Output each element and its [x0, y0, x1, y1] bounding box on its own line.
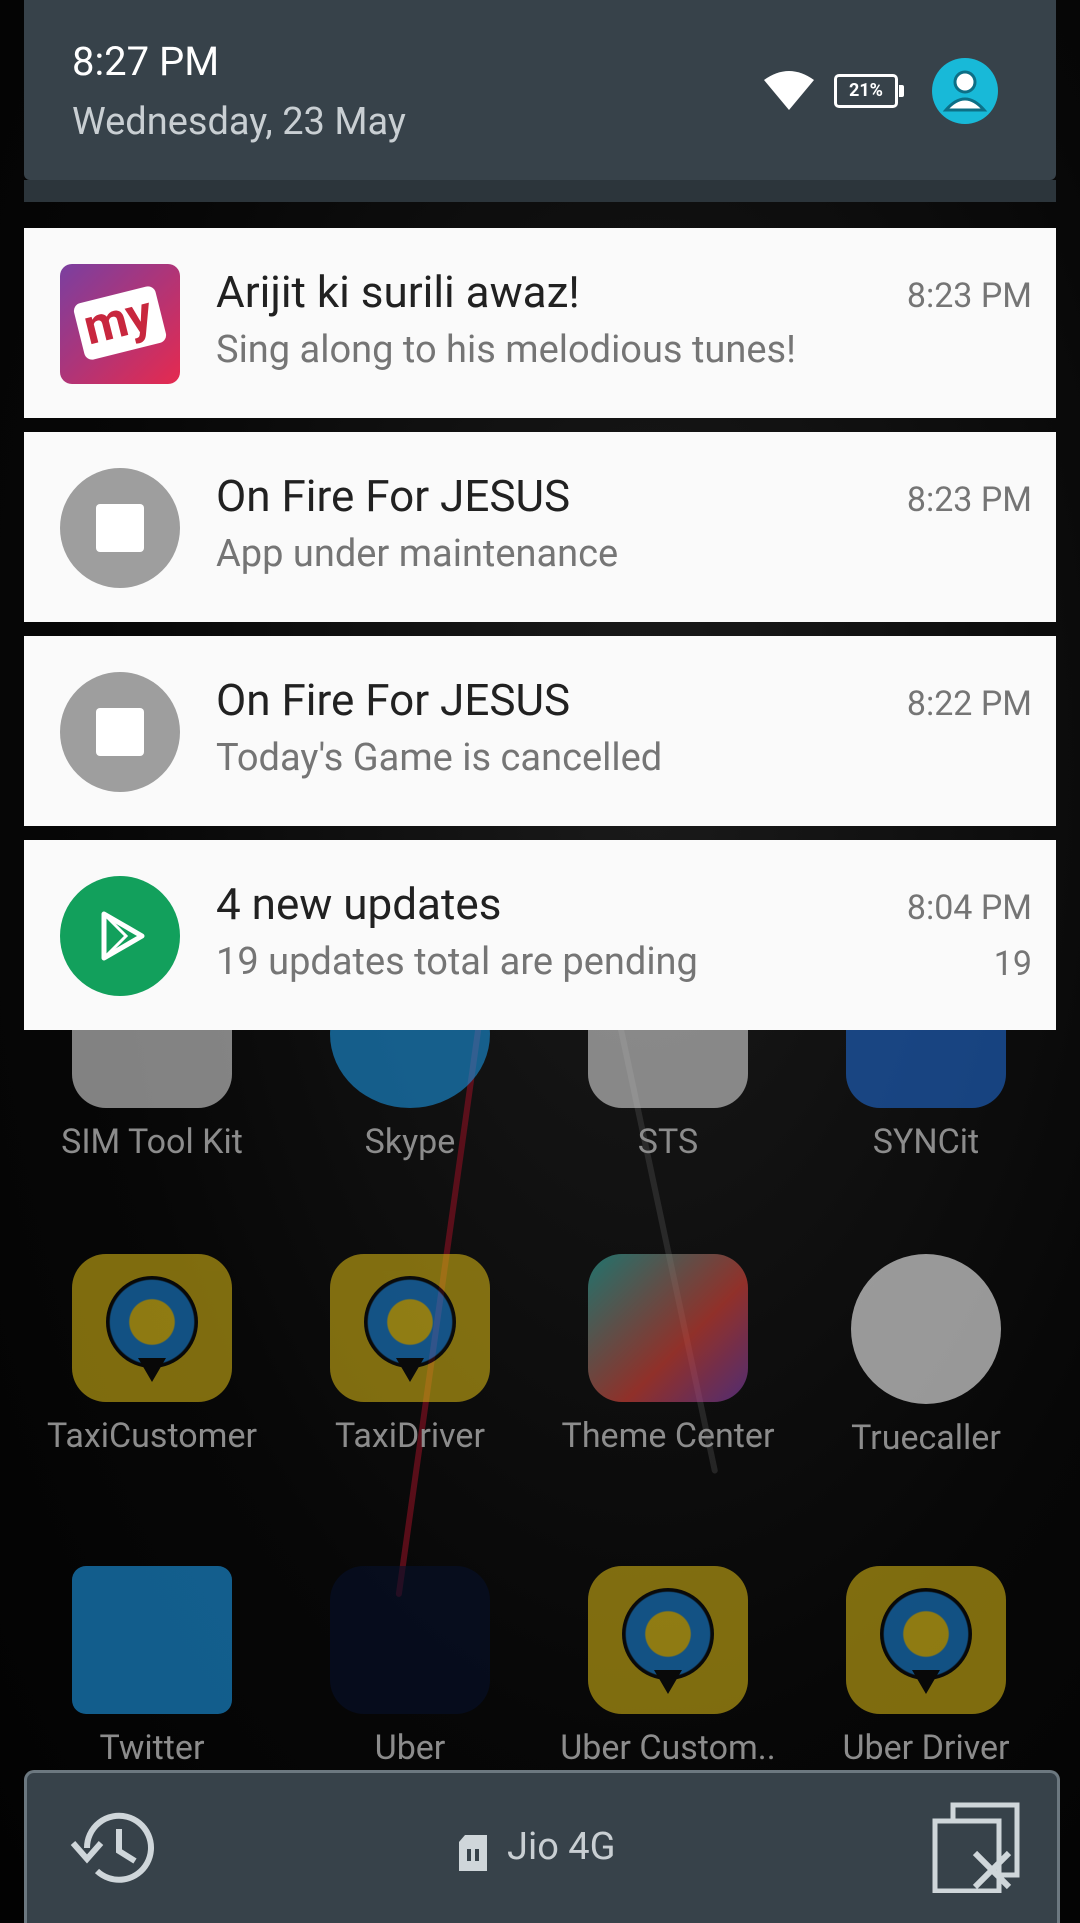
taxidriver-icon — [330, 1254, 490, 1402]
wifi-icon — [764, 71, 814, 110]
battery-percent: 21% — [849, 80, 883, 101]
notification-title: On Fire For JESUS — [216, 674, 571, 726]
bookmyshow-icon: my — [60, 264, 180, 384]
quick-settings-header: 8:27 PM Wednesday, 23 May 21% — [24, 0, 1056, 180]
app-taxidriver[interactable]: TaxiDriver — [290, 1254, 530, 1456]
notification-time: 8:22 PM — [906, 684, 1032, 724]
app-label: TaxiCustomer — [46, 1416, 257, 1456]
notification-count: 19 — [993, 944, 1032, 984]
app-taxicustomer[interactable]: TaxiCustomer — [32, 1254, 272, 1456]
generic-app-icon — [60, 672, 180, 792]
clear-all-icon[interactable] — [931, 1801, 1023, 1893]
sim-card-icon — [459, 1835, 487, 1871]
app-label: STS — [637, 1122, 699, 1162]
notification-history-icon[interactable] — [67, 1803, 163, 1893]
app-label: Uber — [374, 1728, 446, 1768]
taxicustomer-icon — [72, 1254, 232, 1402]
notification-text: Today's Game is cancelled — [216, 736, 663, 780]
app-uber[interactable]: Uber — [290, 1566, 530, 1768]
notification-card[interactable]: On Fire For JESUS App under maintenance … — [24, 432, 1056, 622]
app-truecaller[interactable]: Truecaller — [806, 1254, 1046, 1458]
app-label: Uber Driver — [842, 1728, 1010, 1768]
notification-time: 8:04 PM — [906, 888, 1032, 928]
uber-driver-icon — [846, 1566, 1006, 1714]
truecaller-icon — [851, 1254, 1001, 1404]
app-label: TaxiDriver — [335, 1416, 485, 1456]
generic-app-icon — [60, 468, 180, 588]
bookmyshow-logo-text: my — [78, 284, 159, 358]
app-label: Twitter — [99, 1728, 205, 1768]
user-avatar-icon[interactable] — [932, 58, 998, 124]
notification-card[interactable]: my Arijit ki surili awaz! Sing along to … — [24, 228, 1056, 418]
shade-bottom-bar: Jio 4G — [24, 1770, 1060, 1923]
uber-customer-icon — [588, 1566, 748, 1714]
play-store-icon — [60, 876, 180, 996]
notification-text: 19 updates total are pending — [216, 940, 698, 984]
app-label: SYNCit — [872, 1122, 980, 1162]
app-label: Uber Custom.. — [560, 1728, 776, 1768]
notification-time: 8:23 PM — [906, 276, 1032, 316]
app-label: Skype — [364, 1122, 456, 1162]
app-label: SIM Tool Kit — [61, 1122, 243, 1162]
app-twitter[interactable]: Twitter — [32, 1566, 272, 1768]
battery-icon: 21% — [834, 74, 904, 108]
uber-icon — [330, 1566, 490, 1714]
carrier-label: Jio 4G — [507, 1825, 616, 1869]
notification-text: Sing along to his melodious tunes! — [216, 328, 796, 372]
notification-title: Arijit ki surili awaz! — [216, 266, 580, 318]
app-theme-center[interactable]: Theme Center — [548, 1254, 788, 1456]
shade-header-shadow — [24, 180, 1056, 202]
twitter-icon — [72, 1566, 232, 1714]
notification-card[interactable]: On Fire For JESUS Today's Game is cancel… — [24, 636, 1056, 826]
app-uber-driver[interactable]: Uber Driver — [806, 1566, 1046, 1768]
notification-time: 8:23 PM — [906, 480, 1032, 520]
notification-text: App under maintenance — [216, 532, 619, 576]
date-label[interactable]: Wednesday, 23 May — [72, 100, 406, 144]
app-uber-customer[interactable]: Uber Custom.. — [548, 1566, 788, 1768]
app-label: Truecaller — [851, 1418, 1001, 1458]
notification-card[interactable]: 4 new updates 19 updates total are pendi… — [24, 840, 1056, 1030]
clock: 8:27 PM — [72, 38, 220, 85]
notification-title: On Fire For JESUS — [216, 470, 571, 522]
theme-center-icon — [588, 1254, 748, 1402]
app-label: Theme Center — [561, 1416, 775, 1456]
notification-title: 4 new updates — [216, 878, 502, 930]
